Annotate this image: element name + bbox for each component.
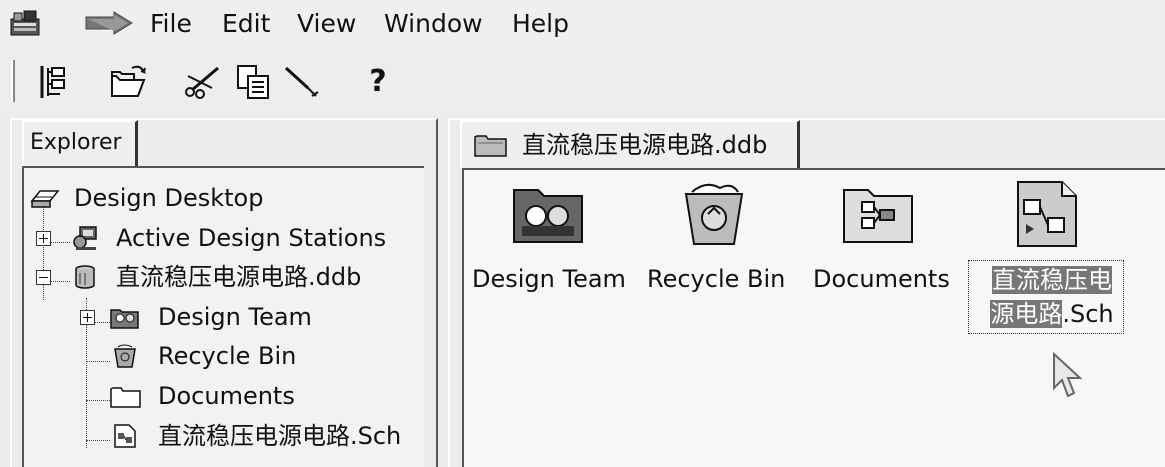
team-icon bbox=[513, 189, 583, 243]
menu-help[interactable]: Help bbox=[512, 8, 569, 40]
tree-label: Active Design Stations bbox=[116, 224, 387, 252]
caption-line1: 直流稳压电 bbox=[992, 266, 1112, 294]
tab-database-document[interactable]: 直流稳压电源电路.ddb bbox=[460, 120, 800, 168]
doc-item-caption: Design Team bbox=[472, 265, 626, 293]
paste-icon[interactable] bbox=[282, 62, 322, 102]
tree-item-schematic[interactable]: 直流稳压电源电路.Sch bbox=[24, 418, 424, 454]
tree-label: Recycle Bin bbox=[158, 342, 297, 370]
expand-toggle-icon[interactable] bbox=[36, 231, 51, 246]
mouse-cursor-icon bbox=[1053, 352, 1083, 398]
tree-item-design-desktop[interactable]: Design Desktop bbox=[24, 180, 424, 216]
recycle-bin-icon bbox=[684, 183, 744, 245]
copy-icon[interactable] bbox=[234, 62, 274, 102]
database-icon bbox=[75, 265, 95, 289]
tree-label: Design Team bbox=[158, 303, 312, 331]
help-icon[interactable]: ? bbox=[358, 62, 398, 102]
tree-item-recycle-bin[interactable]: Recycle Bin bbox=[24, 338, 424, 374]
explorer-toggle-icon[interactable] bbox=[34, 62, 74, 102]
database-folder-icon bbox=[474, 135, 507, 157]
tree-item-documents[interactable]: Documents bbox=[24, 378, 424, 414]
arrow-down-icon[interactable] bbox=[84, 11, 134, 35]
recycle-bin-icon bbox=[114, 344, 136, 368]
app-icon[interactable] bbox=[8, 9, 42, 39]
doc-item-caption: Documents bbox=[813, 265, 950, 293]
tab-label: 直流稳压电源电路.ddb bbox=[522, 131, 768, 159]
menu-bar: File Edit View Window Help bbox=[0, 0, 1165, 48]
tree-item-database[interactable]: 直流稳压电源电路.ddb bbox=[24, 259, 424, 295]
menu-edit[interactable]: Edit bbox=[222, 8, 270, 40]
tree-label: Documents bbox=[158, 382, 295, 410]
open-folder-icon[interactable] bbox=[108, 62, 148, 102]
menu-file[interactable]: File bbox=[150, 8, 192, 40]
stations-icon bbox=[73, 226, 97, 250]
schematic-icon bbox=[114, 424, 136, 448]
tree-label: Design Desktop bbox=[74, 184, 264, 212]
selected-caption[interactable]: 直流稳压电 源电路.Sch bbox=[968, 260, 1124, 334]
schematic-icon bbox=[1017, 181, 1077, 247]
team-icon bbox=[110, 309, 139, 329]
documents-icon bbox=[843, 189, 913, 243]
tree-item-design-team[interactable]: Design Team bbox=[24, 299, 424, 335]
menu-view[interactable]: View bbox=[297, 8, 356, 40]
folder-icon bbox=[110, 387, 141, 408]
expand-toggle-icon[interactable] bbox=[80, 310, 95, 325]
caption-highlight: 源电路 bbox=[990, 300, 1063, 328]
doc-item-caption: Recycle Bin bbox=[647, 265, 786, 293]
cut-icon[interactable] bbox=[182, 62, 222, 102]
toolbar-grip[interactable] bbox=[11, 60, 15, 102]
tree-label: 直流稳压电源电路.Sch bbox=[158, 422, 402, 450]
menu-window[interactable]: Window bbox=[384, 8, 483, 40]
desktop-icon bbox=[30, 190, 60, 208]
tree-label: 直流稳压电源电路.ddb bbox=[116, 263, 362, 291]
caption-extension: .Sch bbox=[1062, 300, 1114, 328]
tree-item-active-design-stations[interactable]: Active Design Stations bbox=[24, 220, 424, 256]
toolbar: ? bbox=[0, 50, 1165, 110]
collapse-toggle-icon[interactable] bbox=[36, 270, 51, 285]
explorer-tree: Design Desktop Active Design Stations 直流… bbox=[22, 166, 424, 467]
tab-explorer[interactable]: Explorer bbox=[22, 120, 138, 166]
